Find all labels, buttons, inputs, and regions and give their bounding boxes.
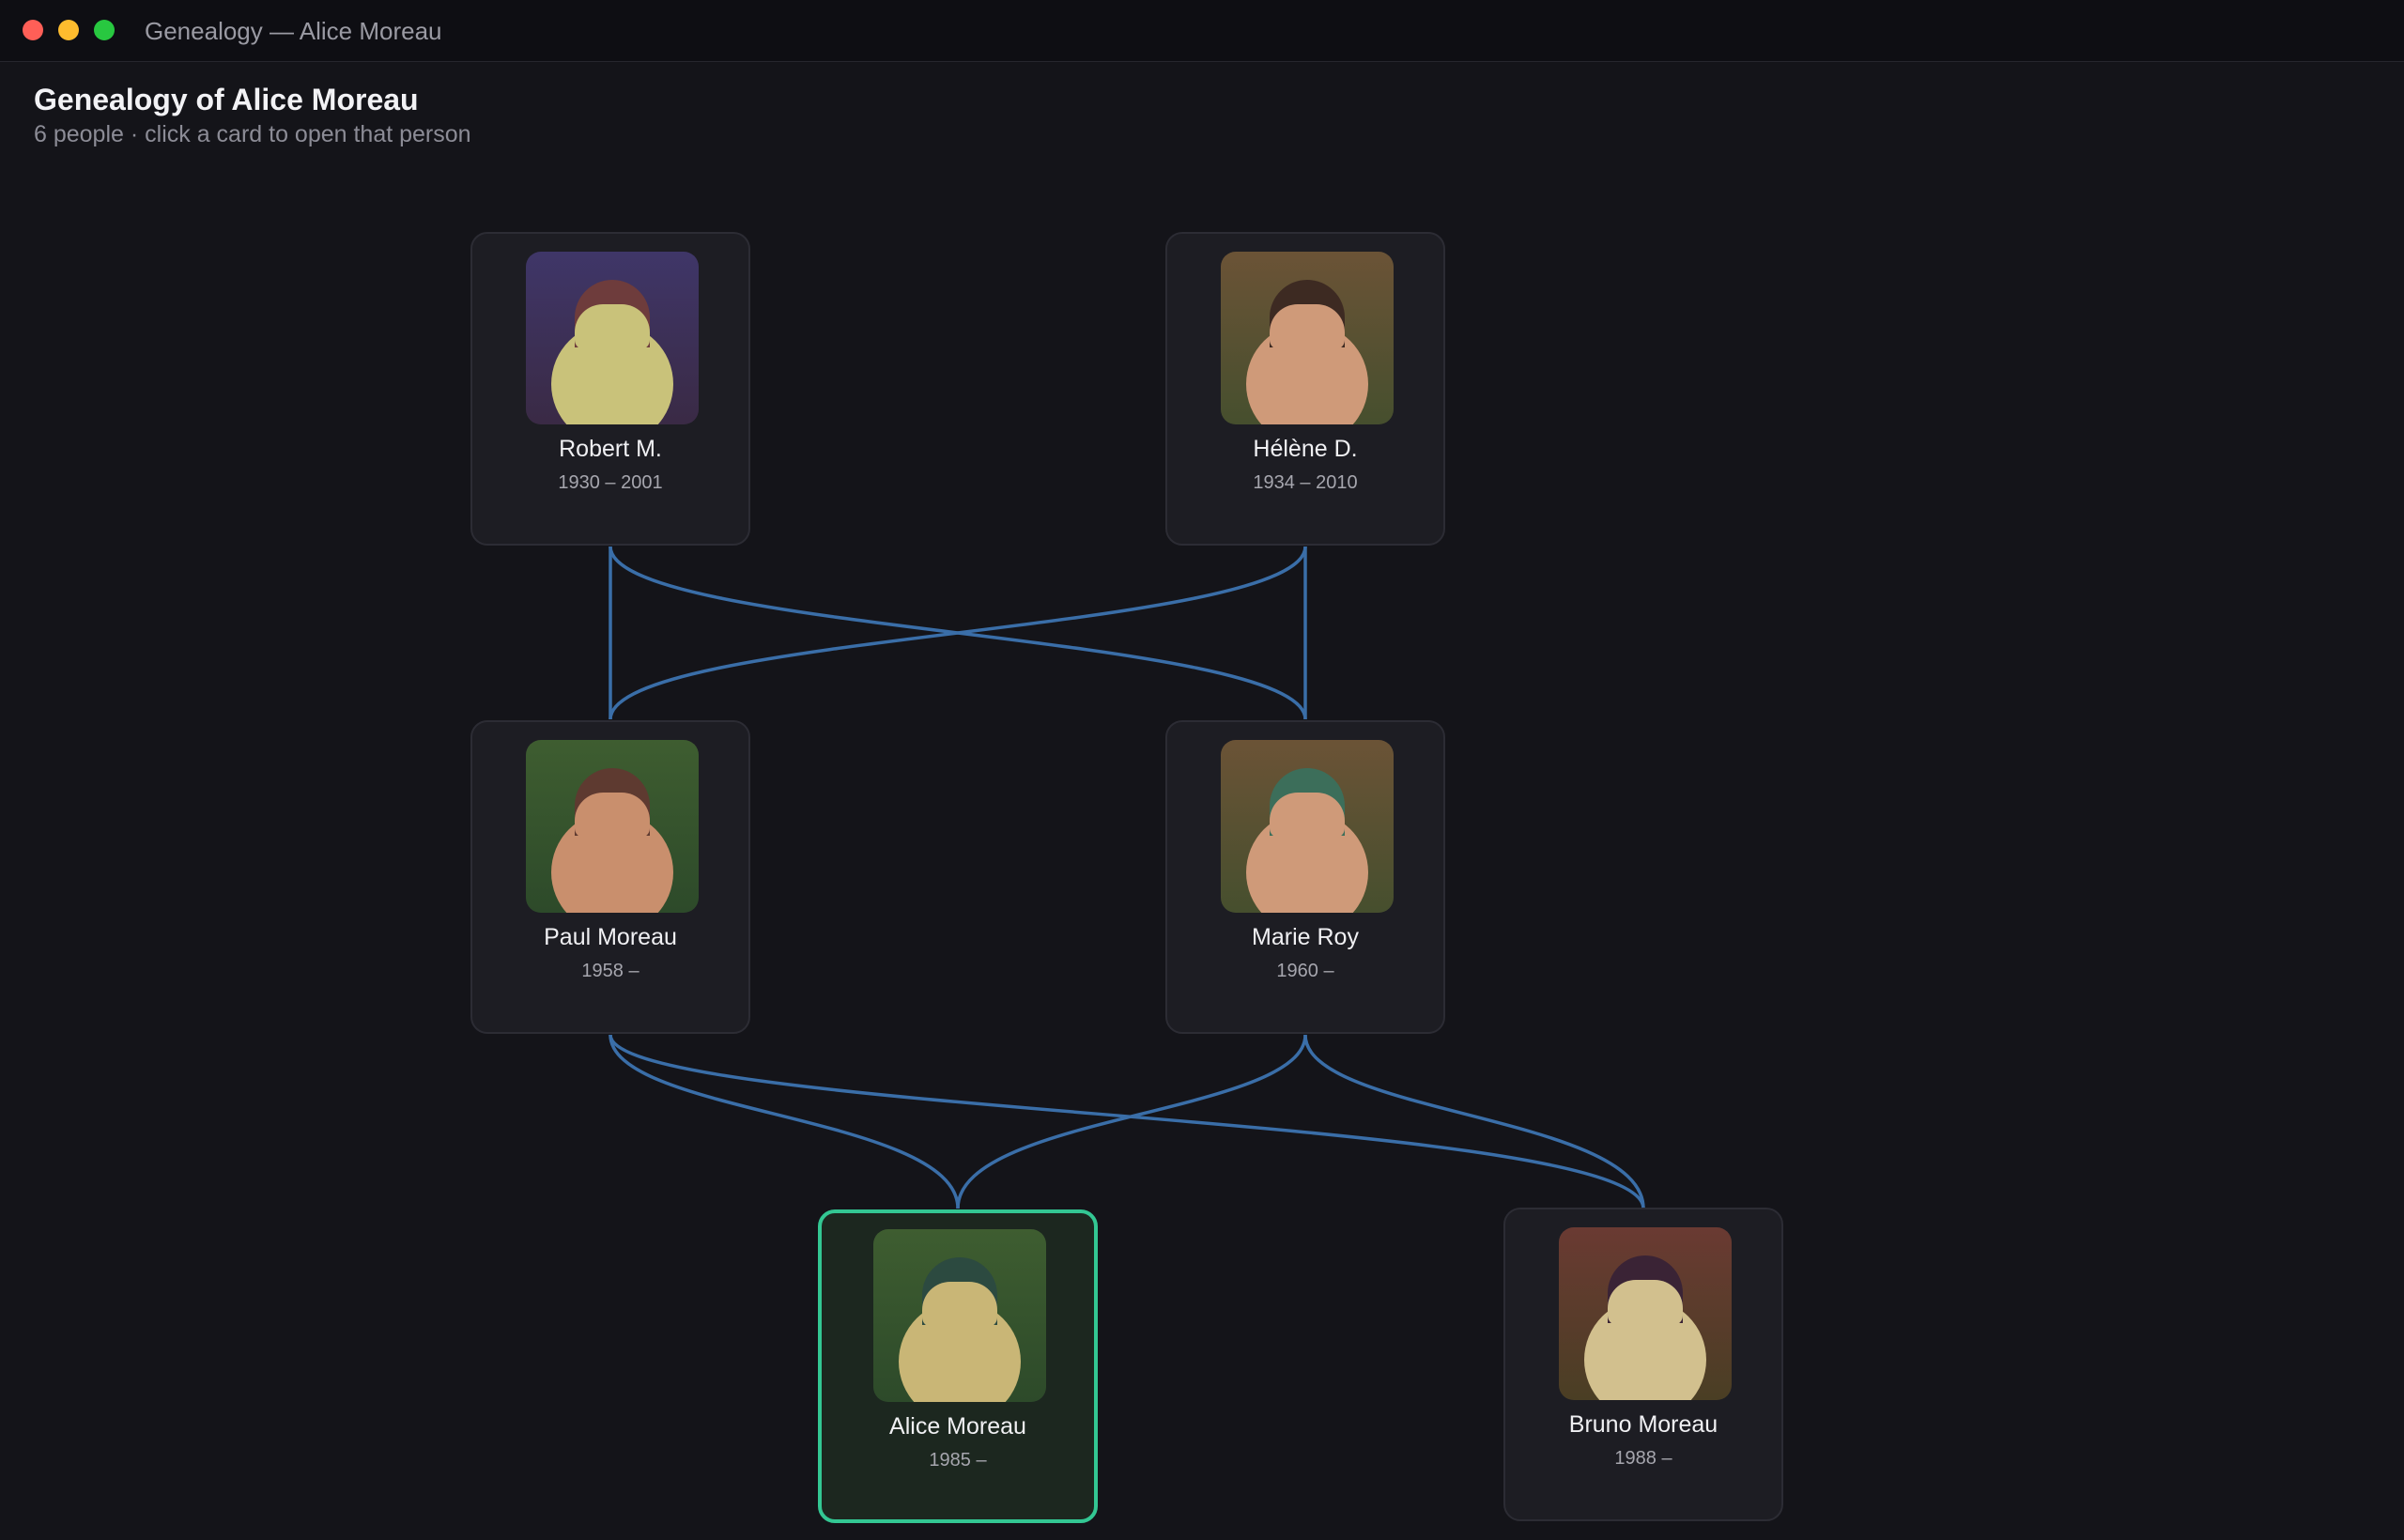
portrait-face: [1270, 304, 1345, 349]
portrait-face: [1270, 793, 1345, 838]
link-paul-alice: [609, 1034, 960, 1209]
person-dates: 1960 –: [1276, 961, 1334, 981]
person-card-alice[interactable]: Alice Moreau 1985 –: [818, 1209, 1098, 1523]
portrait: [1221, 740, 1394, 913]
person-dates: 1988 –: [1614, 1448, 1672, 1469]
person-dates: 1930 – 2001: [558, 472, 663, 493]
person-name: Bruno Moreau: [1568, 1411, 1718, 1438]
person-dates: 1985 –: [929, 1450, 987, 1471]
link-marie-alice: [956, 1034, 1307, 1209]
person-card-marie[interactable]: Marie Roy 1960 –: [1165, 720, 1445, 1034]
person-name: Hélène D.: [1253, 436, 1358, 462]
person-name: Paul Moreau: [544, 924, 677, 950]
person-card-paul[interactable]: Paul Moreau 1958 –: [470, 720, 750, 1034]
link-marie-bruno: [1303, 1034, 1645, 1209]
person-card-helene[interactable]: Hélène D. 1934 – 2010: [1165, 232, 1445, 546]
portrait: [1559, 1227, 1732, 1400]
portrait-face: [922, 1282, 997, 1327]
portrait: [526, 740, 699, 913]
portrait: [873, 1229, 1046, 1402]
portrait-face: [575, 793, 650, 838]
person-dates: 1958 –: [581, 961, 640, 981]
portrait-face: [1608, 1280, 1683, 1325]
person-dates: 1934 – 2010: [1253, 472, 1358, 493]
portrait: [526, 252, 699, 424]
portrait-face: [575, 304, 650, 349]
person-card-robert[interactable]: Robert M. 1930 – 2001: [470, 232, 750, 546]
person-name: Robert M.: [559, 436, 662, 462]
person-name: Marie Roy: [1252, 924, 1359, 950]
portrait: [1221, 252, 1394, 424]
person-card-bruno[interactable]: Bruno Moreau 1988 –: [1503, 1208, 1783, 1521]
link-helene-paul: [609, 546, 1307, 720]
person-name: Alice Moreau: [889, 1413, 1026, 1440]
